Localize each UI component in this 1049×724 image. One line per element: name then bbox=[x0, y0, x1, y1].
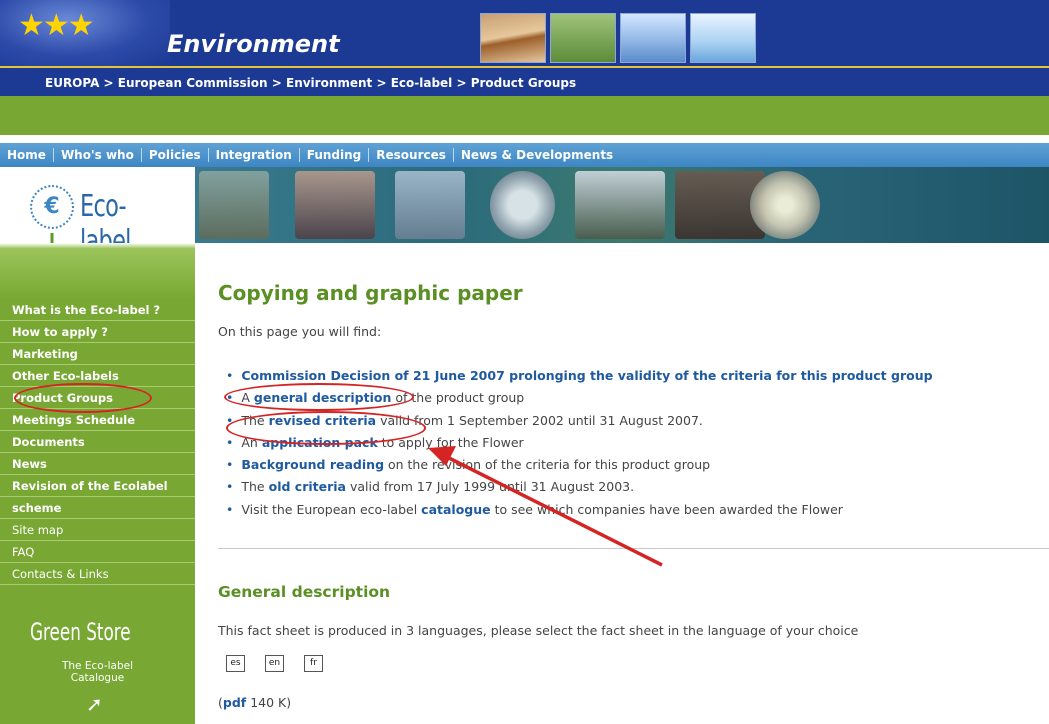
language-es-button[interactable]: es bbox=[226, 655, 245, 672]
list-item-post: valid from 17 July 1999 until 31 August … bbox=[345, 479, 635, 495]
annotation-circle-product-groups bbox=[14, 383, 152, 413]
sidebar-item-site-map[interactable]: Site map bbox=[0, 519, 195, 541]
pdf-info: (pdf 140 K) bbox=[218, 695, 291, 710]
pdf-size: 140 K bbox=[246, 695, 287, 710]
nav-policies[interactable]: Policies bbox=[142, 148, 209, 162]
sidebar-item-how-to-apply[interactable]: How to apply ? bbox=[0, 321, 195, 343]
banner-photo-shoes bbox=[295, 171, 375, 239]
intro-text: On this page you will find: bbox=[218, 324, 382, 339]
sidebar-item-revision-scheme[interactable]: scheme bbox=[0, 497, 195, 519]
sidebar-item-contacts-links[interactable]: Contacts & Links bbox=[0, 563, 195, 585]
sidebar-menu: What is the Eco-label ? How to apply ? M… bbox=[0, 299, 195, 585]
mouse-cursor-icon: ➚ bbox=[86, 692, 103, 716]
list-item-pre: The bbox=[241, 479, 269, 495]
annotation-circle-revised-criteria bbox=[226, 411, 426, 445]
language-en-button[interactable]: en bbox=[265, 655, 284, 672]
list-item-post: on the revision of the criteria for this… bbox=[384, 457, 711, 473]
eu-flower-icon: € bbox=[30, 185, 74, 229]
annotation-circle-general-description bbox=[224, 383, 414, 411]
language-fr-button[interactable]: fr bbox=[304, 655, 323, 672]
page-title: Copying and graphic paper bbox=[218, 281, 523, 305]
landscape-tile-image bbox=[480, 13, 546, 63]
banner-photo-person bbox=[395, 171, 465, 239]
list-item: The old criteria valid from 17 July 1999… bbox=[226, 476, 933, 498]
green-store-title: Green Store bbox=[30, 618, 131, 646]
pdf-link[interactable]: pdf bbox=[223, 695, 246, 710]
nav-funding[interactable]: Funding bbox=[300, 148, 370, 162]
banner-photos bbox=[195, 167, 1049, 243]
pdf-close-paren: ) bbox=[286, 695, 292, 710]
main-content: Copying and graphic paper On this page y… bbox=[218, 243, 1049, 724]
green-store-subtitle: The Eco-label Catalogue bbox=[0, 660, 195, 684]
sidebar-item-revision[interactable]: Revision of the Ecolabel bbox=[0, 475, 195, 497]
sidebar-item-news[interactable]: News bbox=[0, 453, 195, 475]
nav-whos-who[interactable]: Who's who bbox=[54, 148, 142, 162]
banner-photo-lightbulb bbox=[750, 171, 820, 239]
header-image-tiles bbox=[480, 13, 756, 63]
sidebar-item-marketing[interactable]: Marketing bbox=[0, 343, 195, 365]
list-item: Visit the European eco-label catalogue t… bbox=[226, 499, 933, 521]
list-item: Background reading on the revision of th… bbox=[226, 454, 933, 476]
list-item-pre: Visit the European eco-label bbox=[241, 501, 422, 517]
water-tile-image bbox=[620, 13, 686, 63]
nav-integration[interactable]: Integration bbox=[209, 148, 300, 162]
sidebar-top-fade bbox=[0, 243, 195, 299]
background-reading-link[interactable]: Background reading bbox=[241, 457, 384, 472]
green-store-subtitle-line2: Catalogue bbox=[70, 672, 125, 684]
sidebar-item-what-is-eco-label[interactable]: What is the Eco-label ? bbox=[0, 299, 195, 321]
eu-stars-icon: ★★★ bbox=[18, 8, 95, 43]
banner-photo-gardener bbox=[575, 171, 665, 239]
nav-home[interactable]: Home bbox=[0, 148, 54, 162]
sidebar-item-faq[interactable]: FAQ bbox=[0, 541, 195, 563]
site-header: ★★★ Environment bbox=[0, 0, 1049, 66]
section-title: General description bbox=[218, 583, 391, 601]
list-item-post: to see which companies have been awarded… bbox=[490, 501, 843, 517]
commission-decision-link[interactable]: Commission Decision of 21 June 2007 prol… bbox=[241, 368, 932, 383]
breadcrumb-bar: EUROPA > European Commission > Environme… bbox=[0, 66, 1049, 96]
nav-resources[interactable]: Resources bbox=[369, 148, 454, 162]
breadcrumb[interactable]: EUROPA > European Commission > Environme… bbox=[45, 76, 576, 90]
catalogue-link[interactable]: catalogue bbox=[421, 502, 490, 517]
top-navigation: Home Who's who Policies Integration Fund… bbox=[0, 143, 1049, 167]
nav-news-developments[interactable]: News & Developments bbox=[454, 148, 620, 162]
banner-photo-hikers bbox=[199, 171, 269, 239]
section-divider bbox=[218, 548, 1049, 549]
sidebar: What is the Eco-label ? How to apply ? M… bbox=[0, 243, 195, 724]
language-selector: es en fr bbox=[226, 655, 323, 672]
banner-photo-washing-machine bbox=[490, 171, 555, 239]
sky-tile-image bbox=[690, 13, 756, 63]
green-store-subtitle-line1: The Eco-label bbox=[61, 660, 134, 672]
old-criteria-link[interactable]: old criteria bbox=[269, 479, 346, 494]
green-band bbox=[0, 96, 1049, 135]
grass-tile-image bbox=[550, 13, 616, 63]
green-store-logo[interactable]: Green Store The Eco-label Catalogue ➚ bbox=[0, 588, 195, 724]
sidebar-item-documents[interactable]: Documents bbox=[0, 431, 195, 453]
site-title: Environment bbox=[167, 30, 340, 58]
section-text: This fact sheet is produced in 3 languag… bbox=[218, 623, 859, 638]
